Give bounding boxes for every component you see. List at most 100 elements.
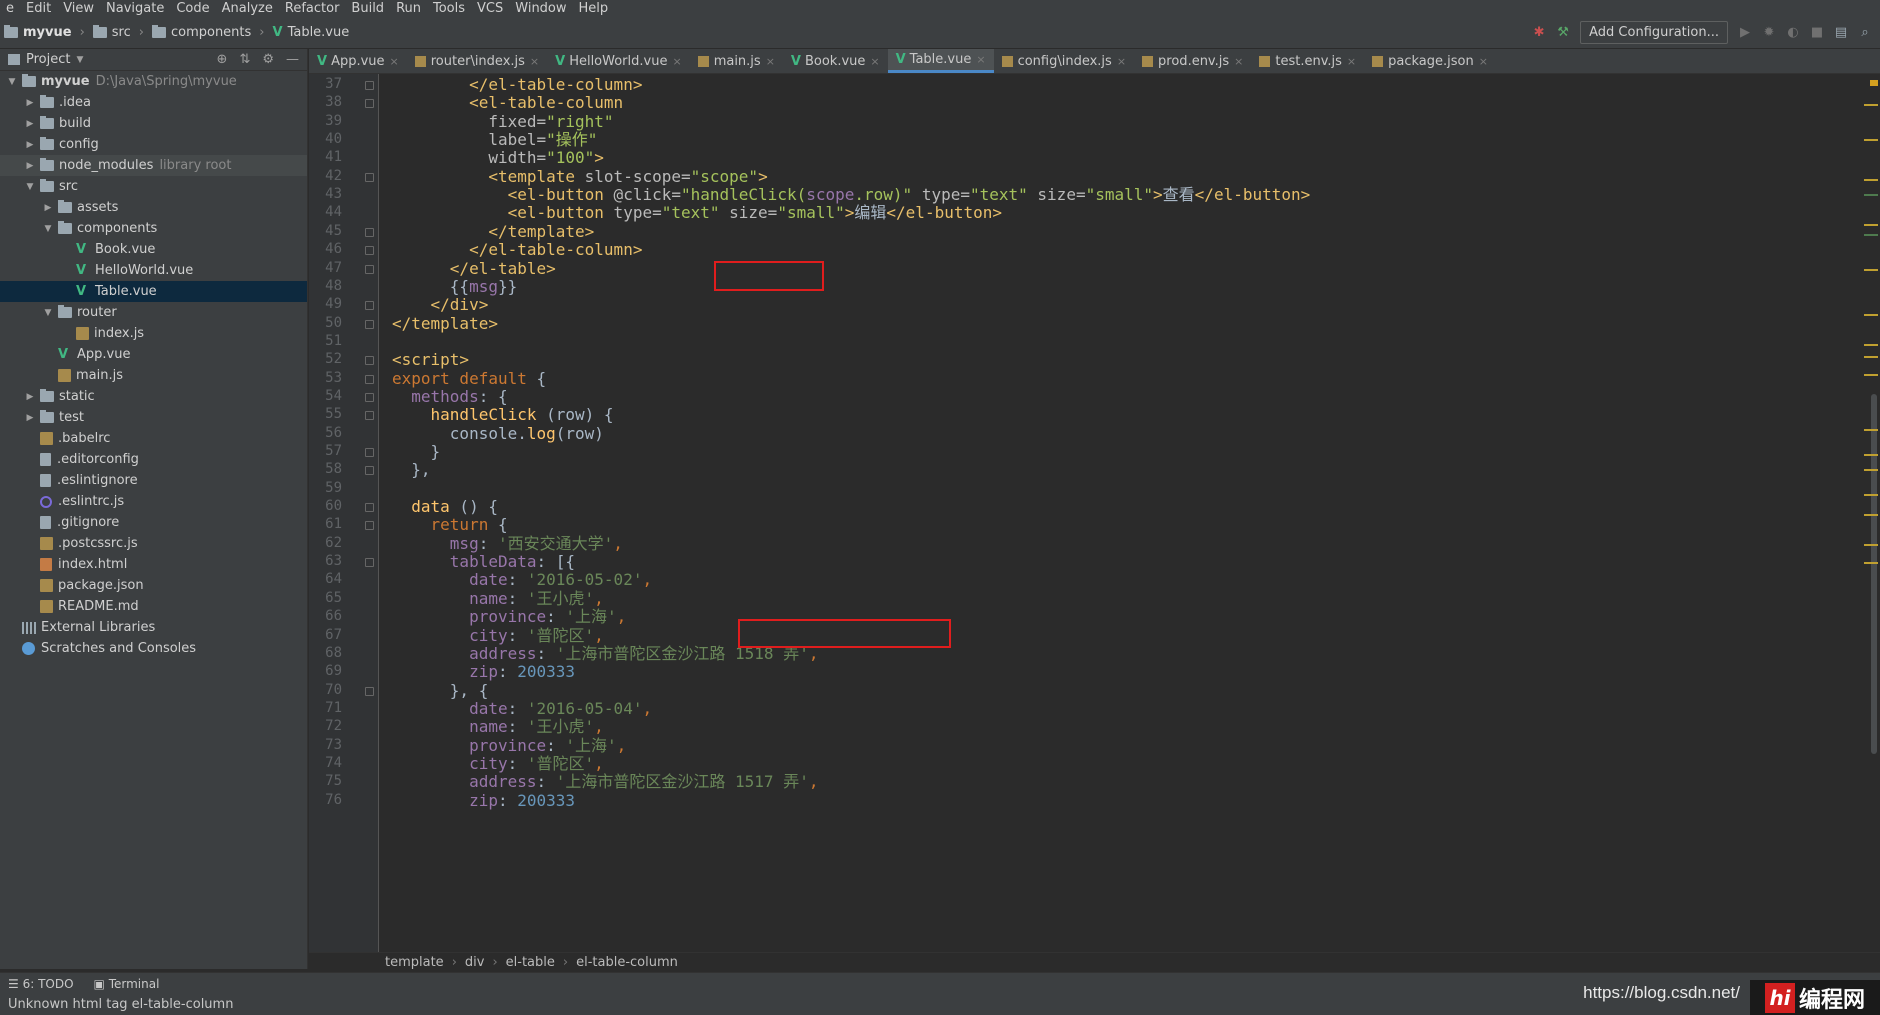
breadcrumb-item[interactable]: template [385, 955, 444, 970]
warning-stripe[interactable] [1864, 454, 1878, 456]
tree-item[interactable]: ▶ config [0, 134, 307, 155]
project-panel-title[interactable]: Project [26, 52, 70, 67]
close-icon[interactable]: × [976, 53, 985, 66]
tree-item[interactable]: package.json [0, 575, 307, 596]
editor-tab[interactable]: V App.vue × [309, 49, 407, 73]
editor-tab[interactable]: prod.env.js × [1134, 49, 1251, 73]
tree-item[interactable]: index.html [0, 554, 307, 575]
menu-item[interactable]: Tools [427, 0, 471, 17]
collapsed-arrow-icon[interactable]: ▶ [24, 98, 36, 108]
menu-item[interactable]: Build [345, 0, 390, 17]
collapse-all-icon[interactable]: ⇅ [239, 52, 250, 67]
tree-item[interactable]: .postcssrc.js [0, 533, 307, 554]
menu-item[interactable]: VCS [471, 0, 509, 17]
fold-marker-icon[interactable] [365, 503, 374, 513]
tree-item[interactable]: main.js [0, 365, 307, 386]
fold-marker-icon[interactable] [365, 448, 374, 457]
tree-item[interactable]: ▶ assets [0, 197, 307, 218]
debug-bug-icon[interactable]: ✱ [1532, 25, 1546, 40]
tree-item[interactable]: .babelrc [0, 428, 307, 449]
menu-item[interactable]: e [0, 0, 20, 17]
change-stripe[interactable] [1864, 234, 1878, 236]
tree-item[interactable]: index.js [0, 323, 307, 344]
hide-panel-icon[interactable]: — [286, 52, 299, 67]
fold-marker-icon[interactable] [365, 356, 374, 366]
warning-stripe[interactable] [1864, 269, 1878, 271]
warning-stripe[interactable] [1864, 314, 1878, 316]
nav-project[interactable]: myvue › [0, 25, 89, 40]
menu-item[interactable]: View [57, 0, 100, 17]
collapsed-arrow-icon[interactable]: ▶ [42, 203, 54, 213]
todo-tool-button[interactable]: ☰ 6: TODO [8, 977, 74, 991]
fold-marker-icon[interactable] [365, 246, 374, 256]
warning-stripe[interactable] [1864, 224, 1878, 226]
build-hammer-icon[interactable]: ⚒ [1556, 25, 1570, 40]
run-icon[interactable]: ▶ [1738, 25, 1752, 40]
breadcrumb-item[interactable]: el-table [506, 955, 555, 970]
project-structure-icon[interactable]: ▤ [1834, 25, 1848, 40]
warning-stripe[interactable] [1864, 469, 1878, 471]
warning-stripe[interactable] [1864, 544, 1878, 546]
tree-item[interactable]: ▶ static [0, 386, 307, 407]
editor-scrollbar[interactable] [1862, 74, 1880, 952]
tree-item[interactable]: .eslintrc.js [0, 491, 307, 512]
collapsed-arrow-icon[interactable]: ▶ [24, 161, 36, 171]
code-line[interactable]: </template> [392, 313, 498, 335]
fold-marker-icon[interactable] [365, 686, 374, 696]
editor-tab[interactable]: main.js × [690, 49, 783, 73]
fold-marker-icon[interactable] [365, 466, 374, 476]
locate-file-icon[interactable]: ⊕ [217, 52, 228, 67]
editor-tab[interactable]: config\index.js × [994, 49, 1134, 73]
menu-item[interactable]: Navigate [100, 0, 170, 17]
nav-crumb-components[interactable]: components › [148, 25, 269, 40]
gear-icon[interactable]: ⚙ [262, 52, 274, 67]
close-icon[interactable]: × [766, 55, 775, 68]
tree-item[interactable]: .eslintignore [0, 470, 307, 491]
collapsed-arrow-icon[interactable]: ▶ [24, 119, 36, 129]
close-icon[interactable]: × [870, 55, 879, 68]
tree-item[interactable]: External Libraries [0, 617, 307, 638]
close-icon[interactable]: × [1479, 55, 1488, 68]
warning-stripe[interactable] [1864, 104, 1878, 106]
menu-item[interactable]: Code [170, 0, 215, 17]
warning-stripe[interactable] [1864, 139, 1878, 141]
search-icon[interactable]: ⌕ [1858, 25, 1872, 40]
tree-item[interactable]: ▶ .idea [0, 92, 307, 113]
close-icon[interactable]: × [1347, 55, 1356, 68]
close-icon[interactable]: × [1234, 55, 1243, 68]
breadcrumb-item[interactable]: el-table-column [576, 955, 678, 970]
fold-marker-icon[interactable] [365, 81, 374, 90]
tree-item[interactable]: ▶ node_modules library root [0, 155, 307, 176]
tree-item[interactable]: .gitignore [0, 512, 307, 533]
warning-stripe[interactable] [1864, 179, 1878, 181]
tree-item[interactable]: .editorconfig [0, 449, 307, 470]
menu-item[interactable]: Refactor [279, 0, 346, 17]
coverage-icon[interactable]: ◐ [1786, 25, 1800, 40]
code-line[interactable]: }, [392, 459, 430, 481]
close-icon[interactable]: × [672, 55, 681, 68]
chevron-down-icon[interactable]: ▼ [76, 55, 83, 65]
terminal-tool-button[interactable]: ▣ Terminal [94, 977, 160, 991]
warning-stripe[interactable] [1864, 374, 1878, 376]
warning-stripe[interactable] [1864, 494, 1878, 496]
fold-marker-icon[interactable] [365, 411, 374, 421]
fold-marker-icon[interactable] [365, 99, 374, 109]
tree-item[interactable]: Scratches and Consoles [0, 638, 307, 659]
warning-stripe[interactable] [1864, 344, 1878, 346]
tree-item[interactable]: ▶ test [0, 407, 307, 428]
fold-marker-icon[interactable] [365, 301, 374, 311]
fold-marker-icon[interactable] [365, 172, 374, 182]
fold-marker-icon[interactable] [365, 264, 374, 274]
editor-tab[interactable]: test.env.js × [1251, 49, 1364, 73]
editor-tab[interactable]: V Book.vue × [783, 49, 888, 73]
warning-stripe[interactable] [1864, 356, 1878, 358]
nav-crumb-file[interactable]: V Table.vue [269, 25, 354, 40]
tree-item[interactable]: ▼ myvue D:\Java\Spring\myvue [0, 71, 307, 92]
menu-item[interactable]: Help [573, 0, 615, 17]
expanded-arrow-icon[interactable]: ▼ [24, 182, 36, 192]
editor-tab[interactable]: router\index.js × [407, 49, 547, 73]
stop-icon[interactable]: ■ [1810, 25, 1824, 40]
fold-marker-icon[interactable] [365, 374, 374, 384]
fold-marker-icon[interactable] [365, 521, 374, 531]
menu-item[interactable]: Run [390, 0, 427, 17]
